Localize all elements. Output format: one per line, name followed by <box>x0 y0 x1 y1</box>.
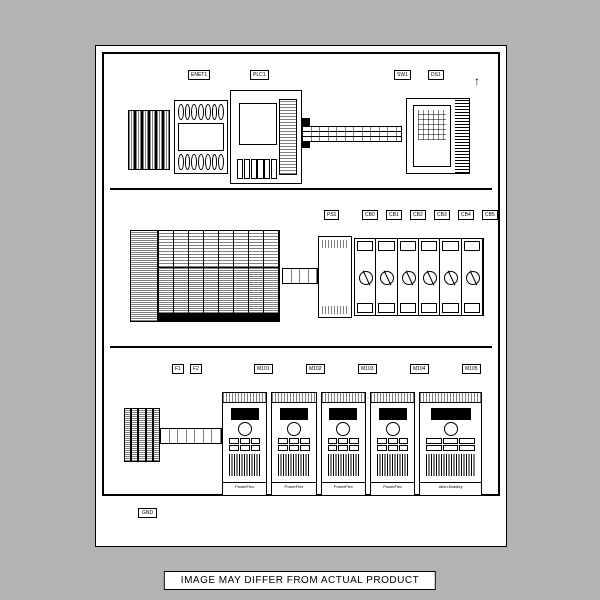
rail-section-3: F1 F2 M101 M102 M103 M104 M105 PowerFlex <box>110 346 492 504</box>
tag-cb2: CB2 <box>410 210 426 220</box>
io-module-rack <box>130 230 280 322</box>
power-supply <box>318 236 352 318</box>
circuit-breaker <box>419 239 440 315</box>
tag-gnd: GND <box>138 508 157 518</box>
drive-brand-label: PowerFlex <box>272 482 315 495</box>
tag-cb4: CB4 <box>458 210 474 220</box>
drive-brand-label: PowerFlex <box>322 482 365 495</box>
vfd-drive: PowerFlex <box>222 392 267 496</box>
tag-cb0: CB0 <box>362 210 378 220</box>
terminal-block <box>128 110 170 170</box>
rail-section-1: ENET1 PLC1 SW1 DS1 ↑ <box>110 60 492 190</box>
tag-ps1: PS1 <box>324 210 339 220</box>
tag-f1: F1 <box>172 364 184 374</box>
drawing-border: ENET1 PLC1 SW1 DS1 ↑ <box>102 52 500 496</box>
vfd-drive-large: Allen-Bradley <box>419 392 482 496</box>
circuit-breaker <box>376 239 397 315</box>
rail-section-2: PS1 CB0 CB1 CB2 CB3 CB4 CB5 <box>110 188 492 348</box>
tag-f2: F2 <box>190 364 202 374</box>
drive-brand-label: PowerFlex <box>223 482 266 495</box>
circuit-breaker <box>355 239 376 315</box>
tag-cb1: CB1 <box>386 210 402 220</box>
disconnect-switch <box>406 98 470 174</box>
tag-m101: M101 <box>254 364 273 374</box>
vfd-drive-row: PowerFlex PowerFlex PowerFlex PowerFlex <box>222 392 482 496</box>
tag-ds1: DS1 <box>428 70 444 80</box>
din-rail <box>302 126 402 142</box>
panel-drawing: ENET1 PLC1 SW1 DS1 ↑ <box>95 45 507 547</box>
vfd-drive: PowerFlex <box>321 392 366 496</box>
tag-m102: M102 <box>306 364 325 374</box>
disclaimer-caption: IMAGE MAY DIFFER FROM ACTUAL PRODUCT <box>164 571 436 590</box>
vfd-drive: PowerFlex <box>370 392 415 496</box>
circuit-breaker <box>398 239 419 315</box>
terminal-block <box>124 408 160 462</box>
drive-brand-label: Allen-Bradley <box>420 482 481 495</box>
din-rail <box>160 428 222 444</box>
ethernet-switch-module <box>174 100 228 174</box>
plc-controller <box>230 90 302 184</box>
circuit-breaker-bank <box>354 238 484 316</box>
tag-cb3: CB3 <box>434 210 450 220</box>
tag-enet1: ENET1 <box>188 70 210 80</box>
vfd-drive: PowerFlex <box>271 392 316 496</box>
tag-m104: M104 <box>410 364 429 374</box>
din-rail <box>282 268 318 284</box>
orientation-arrow: ↑ <box>474 74 480 88</box>
circuit-breaker <box>440 239 461 315</box>
tag-m103: M103 <box>358 364 377 374</box>
circuit-breaker <box>462 239 483 315</box>
tag-sw1: SW1 <box>394 70 411 80</box>
tag-m105: M105 <box>462 364 481 374</box>
tag-plc1: PLC1 <box>250 70 269 80</box>
tag-cb5: CB5 <box>482 210 498 220</box>
drive-brand-label: PowerFlex <box>371 482 414 495</box>
